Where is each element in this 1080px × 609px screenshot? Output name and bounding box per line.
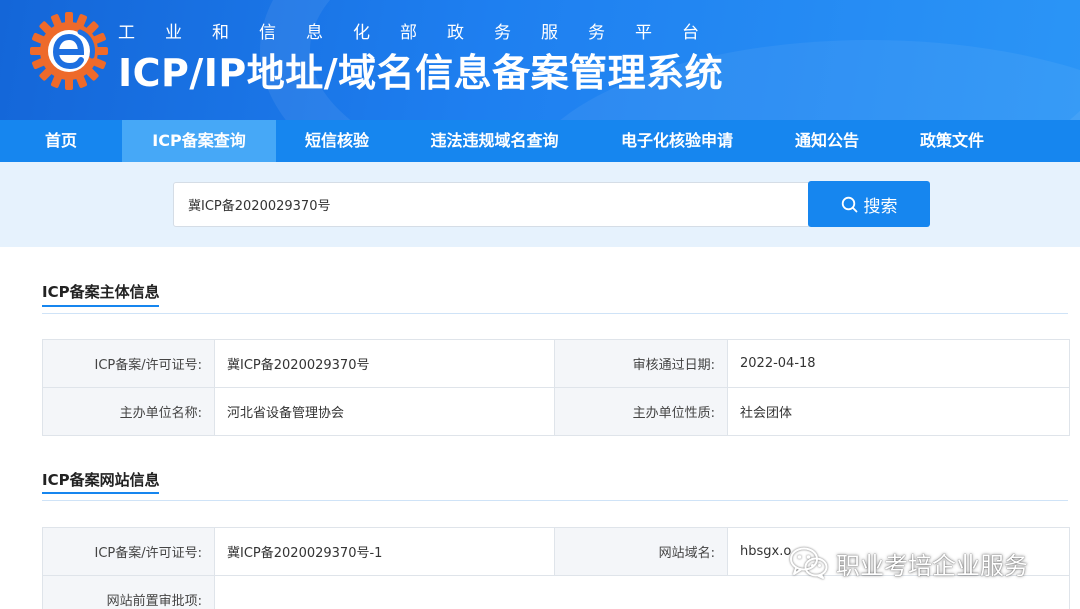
organizer-name-label: 主办单位名称:: [42, 387, 215, 436]
miit-logo-icon: [30, 12, 108, 90]
section-title-subject-info: ICP备案主体信息: [42, 283, 160, 301]
table-row: ICP备案/许可证号: 冀ICP备2020029370号 审核通过日期: 202…: [42, 339, 1070, 388]
subject-info-table: ICP备案/许可证号: 冀ICP备2020029370号 审核通过日期: 202…: [42, 339, 1070, 436]
nav-item-notices[interactable]: 通知公告: [763, 120, 891, 162]
main-nav: 首页 ICP备案查询 短信核验 违法违规域名查询 电子化核验申请 通知公告 政策…: [0, 120, 1080, 162]
search-bar: 搜索: [0, 162, 1080, 247]
nav-item-home[interactable]: 首页: [0, 120, 122, 162]
site-license-number-label: ICP备案/许可证号:: [42, 527, 215, 576]
site-domain-label: 网站域名:: [554, 527, 728, 576]
pre-approval-label: 网站前置审批项:: [42, 575, 215, 609]
search-input[interactable]: [173, 182, 809, 227]
nav-item-icp-query[interactable]: ICP备案查询: [122, 120, 276, 162]
site-header: 工业和信息化部政务服务平台 ICP/IP地址/域名信息备案管理系统: [0, 0, 1080, 120]
search-button[interactable]: 搜索: [808, 181, 930, 227]
organizer-name-value: 河北省设备管理协会: [214, 387, 555, 436]
header-subtitle: 工业和信息化部政务服务平台: [118, 23, 729, 43]
organizer-type-label: 主办单位性质:: [554, 387, 728, 436]
site-license-number-value: 冀ICP备2020029370号-1: [214, 527, 555, 576]
wechat-watermark: 职业考培企业服务: [790, 543, 1028, 583]
wechat-icon: [790, 547, 828, 579]
nav-item-policy-docs[interactable]: 政策文件: [891, 120, 1013, 162]
approval-date-value: 2022-04-18: [727, 339, 1070, 388]
watermark-text: 职业考培企业服务: [836, 551, 1028, 580]
search-icon: [841, 196, 857, 212]
approval-date-label: 审核通过日期:: [554, 339, 728, 388]
nav-item-illegal-domain-query[interactable]: 违法违规域名查询: [398, 120, 591, 162]
section-title-website-info: ICP备案网站信息: [42, 471, 160, 489]
organizer-type-value: 社会团体: [727, 387, 1070, 436]
section-title-accent: [42, 305, 159, 307]
nav-item-e-verify-apply[interactable]: 电子化核验申请: [591, 120, 763, 162]
nav-item-sms-verify[interactable]: 短信核验: [276, 120, 398, 162]
section-title-accent: [42, 492, 159, 494]
section-divider: [42, 313, 1068, 314]
table-row: 主办单位名称: 河北省设备管理协会 主办单位性质: 社会团体: [42, 387, 1070, 436]
system-title: ICP/IP地址/域名信息备案管理系统: [118, 51, 724, 95]
license-number-value: 冀ICP备2020029370号: [214, 339, 555, 388]
search-button-label: 搜索: [863, 196, 898, 217]
license-number-label: ICP备案/许可证号:: [42, 339, 215, 388]
section-divider: [42, 500, 1068, 501]
